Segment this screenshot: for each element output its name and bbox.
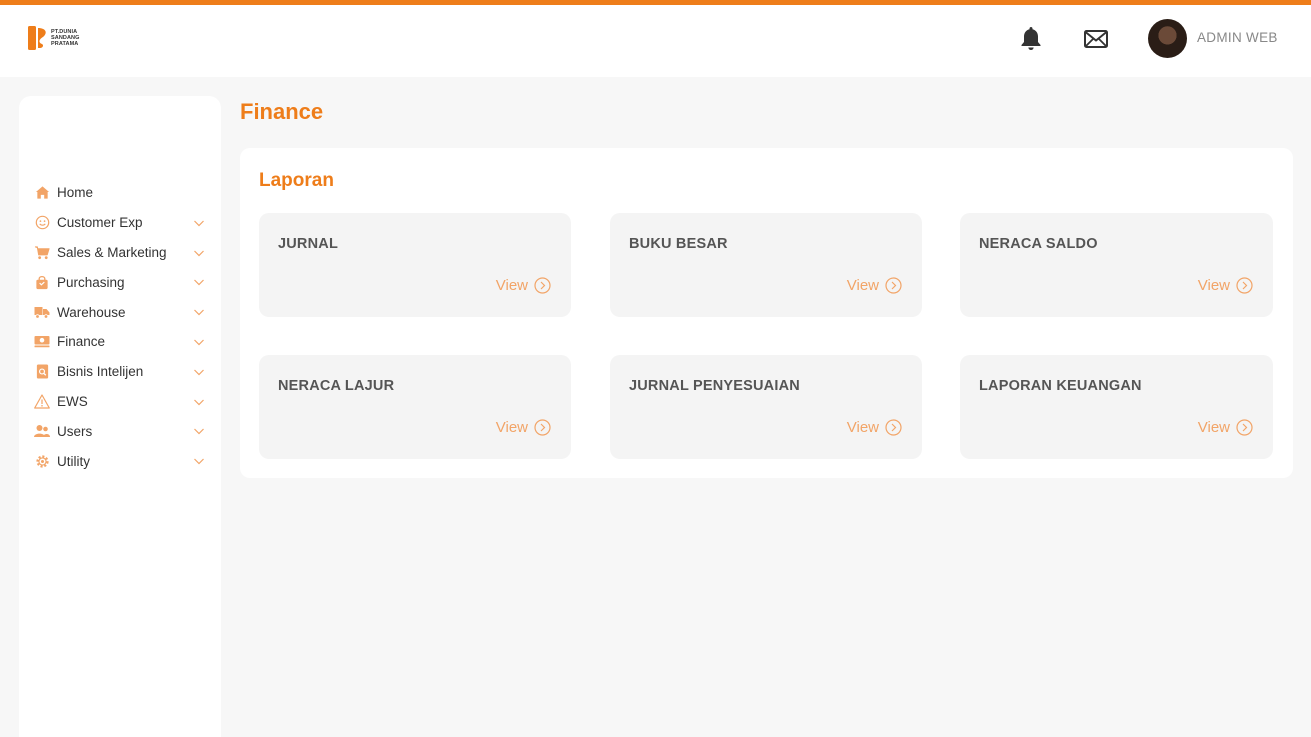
view-button[interactable]: View (847, 419, 902, 436)
sidebar-item-sales-marketing[interactable]: Sales & Marketing (19, 238, 221, 268)
page-title: Finance (240, 99, 324, 124)
card-title: NERACA LAJUR (278, 378, 395, 394)
chevron-down-icon[interactable] (192, 365, 206, 379)
sidebar-item-ews[interactable]: EWS (19, 387, 221, 417)
chevron-right-circle-icon (1236, 277, 1253, 294)
sidebar-nav: Home Customer Exp Sales & Marketing Purc… (19, 178, 221, 476)
sidebar-item-label: Users (57, 423, 93, 439)
sidebar-item-finance[interactable]: Finance (19, 327, 221, 357)
user-name[interactable]: ADMIN WEB (1197, 30, 1278, 45)
view-button[interactable]: View (496, 419, 551, 436)
sidebar: Home Customer Exp Sales & Marketing Purc… (19, 96, 221, 737)
chevron-right-circle-icon (885, 277, 902, 294)
section-title: Laporan (259, 170, 334, 191)
sidebar-item-label: Home (57, 185, 94, 201)
header: PT.DUNIA SANDANG PRATAMA ADMIN WEB (0, 5, 1311, 77)
view-label: View (1197, 419, 1230, 436)
messages-button[interactable] (1083, 26, 1109, 52)
card-title: NERACA SALDO (979, 236, 1098, 252)
view-label: View (846, 419, 879, 436)
money-icon (34, 334, 50, 350)
view-button[interactable]: View (1198, 419, 1253, 436)
sidebar-item-home[interactable]: Home (19, 178, 221, 208)
sidebar-item-label: Finance (57, 334, 106, 350)
home-icon (34, 185, 50, 201)
bell-icon (1021, 27, 1041, 50)
card-title: JURNAL PENYESUAIAN (629, 378, 800, 394)
report-search-icon (34, 364, 50, 380)
sidebar-item-label: Sales & Marketing (57, 244, 167, 260)
chevron-down-icon[interactable] (192, 424, 206, 438)
logo-text: PT.DUNIA SANDANG PRATAMA (51, 29, 80, 47)
chevron-down-icon[interactable] (192, 335, 206, 349)
chevron-right-circle-icon (534, 277, 551, 294)
view-button[interactable]: View (1198, 277, 1253, 294)
logo-mark-icon (28, 26, 46, 50)
chevron-right-circle-icon (1236, 419, 1253, 436)
view-button[interactable]: View (496, 277, 551, 294)
view-button[interactable]: View (847, 277, 902, 294)
sidebar-item-purchasing[interactable]: Purchasing (19, 267, 221, 297)
avatar[interactable] (1148, 19, 1187, 58)
cart-icon (34, 244, 50, 260)
sidebar-item-label: EWS (57, 393, 88, 409)
sidebar-item-label: Bisnis Intelijen (57, 364, 144, 380)
report-card-buku-besar[interactable]: BUKU BESAR View (610, 213, 922, 317)
sidebar-item-label: Utility (57, 453, 90, 469)
sidebar-item-label: Warehouse (57, 304, 126, 320)
shopping-bag-icon (34, 274, 50, 290)
sidebar-item-label: Purchasing (57, 274, 125, 290)
card-title: LAPORAN KEUANGAN (979, 378, 1142, 394)
mail-icon (1084, 30, 1108, 48)
chevron-down-icon[interactable] (192, 305, 206, 319)
chevron-down-icon[interactable] (192, 246, 206, 260)
report-card-neraca-saldo[interactable]: NERACA SALDO View (960, 213, 1273, 317)
truck-icon (34, 304, 50, 320)
sidebar-item-warehouse[interactable]: Warehouse (19, 297, 221, 327)
report-card-laporan-keuangan[interactable]: LAPORAN KEUANGAN View (960, 355, 1273, 459)
chevron-down-icon[interactable] (192, 216, 206, 230)
sidebar-item-users[interactable]: Users (19, 416, 221, 446)
chevron-right-circle-icon (534, 419, 551, 436)
company-logo[interactable]: PT.DUNIA SANDANG PRATAMA (28, 26, 80, 50)
chevron-down-icon[interactable] (192, 395, 206, 409)
sidebar-item-customer-exp[interactable]: Customer Exp (19, 208, 221, 238)
chevron-down-icon[interactable] (192, 454, 206, 468)
view-label: View (1197, 277, 1230, 294)
view-label: View (495, 277, 528, 294)
warning-icon (34, 393, 50, 409)
report-card-jurnal[interactable]: JURNAL View (259, 213, 571, 317)
gear-icon (34, 453, 50, 469)
notifications-button[interactable] (1018, 25, 1044, 51)
logo-line: PRATAMA (51, 41, 79, 47)
sidebar-item-label: Customer Exp (57, 215, 143, 231)
laporan-panel: Laporan JURNAL View BUKU BESAR View NERA… (240, 148, 1293, 478)
view-label: View (495, 419, 528, 436)
card-title: JURNAL (278, 236, 339, 252)
view-label: View (846, 277, 879, 294)
report-card-jurnal-penyesuaian[interactable]: JURNAL PENYESUAIAN View (610, 355, 922, 459)
sidebar-item-bisnis-intelijen[interactable]: Bisnis Intelijen (19, 357, 221, 387)
chevron-right-circle-icon (885, 419, 902, 436)
report-card-neraca-lajur[interactable]: NERACA LAJUR View (259, 355, 571, 459)
smiley-icon (34, 215, 50, 231)
card-title: BUKU BESAR (629, 236, 728, 252)
chevron-down-icon[interactable] (192, 275, 206, 289)
users-icon (34, 423, 50, 439)
sidebar-item-utility[interactable]: Utility (19, 446, 221, 476)
